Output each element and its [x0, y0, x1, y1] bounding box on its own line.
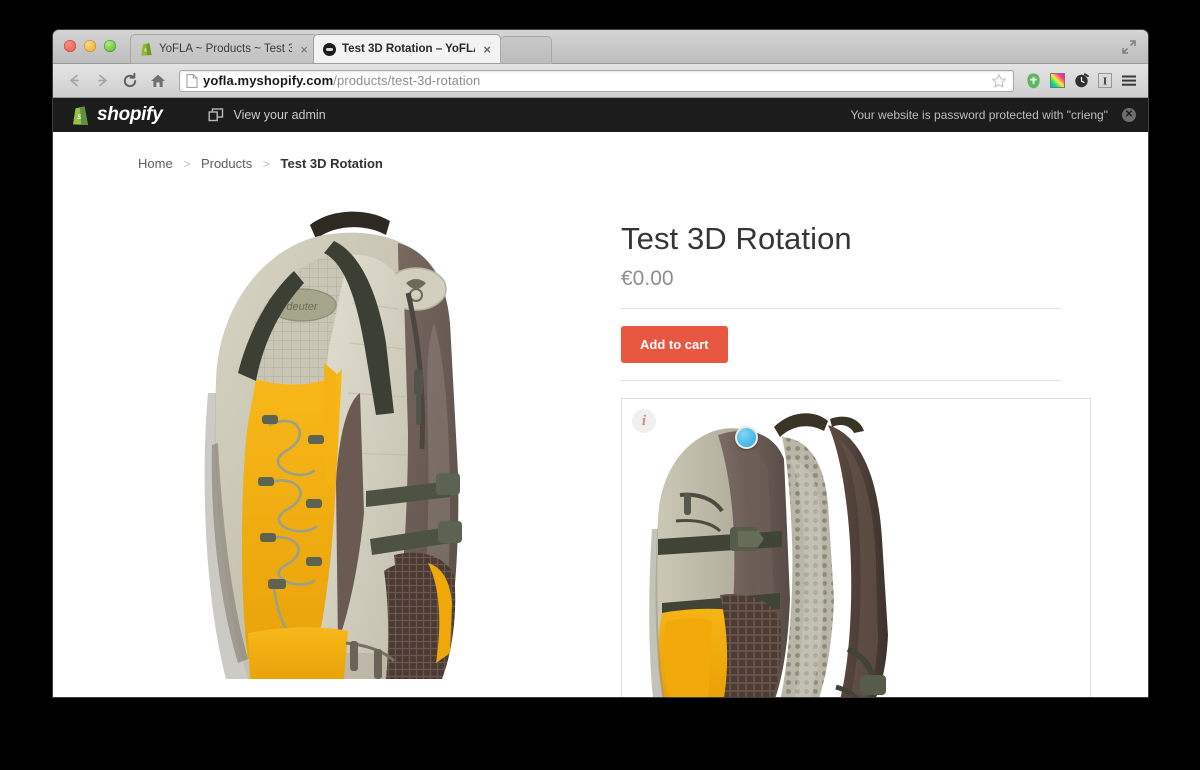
rotation-hotspot[interactable] [735, 426, 758, 449]
product-layout: deuter Test 3D Rotation €0.00 Add to car… [53, 171, 1148, 697]
shopify-favicon-icon: s [140, 42, 153, 56]
url-path: /products/test-3d-rotation [333, 73, 481, 88]
page-icon [186, 73, 198, 88]
shopify-wordmark: shopify [97, 104, 163, 125]
product-3d-viewer[interactable]: i [621, 398, 1091, 697]
browser-tab-1-close-icon[interactable]: × [298, 43, 310, 56]
browser-tab-1[interactable]: s YoFLA ~ Products ~ Test 3 × [130, 34, 318, 64]
zoom-window-button[interactable] [104, 40, 116, 52]
browser-tab-1-title: YoFLA ~ Products ~ Test 3 [159, 43, 293, 55]
svg-text:deuter: deuter [286, 301, 319, 313]
browser-toolbar: yofla.myshopify.com/products/test-3d-rot… [53, 64, 1148, 98]
breadcrumb: Home > Products > Test 3D Rotation [53, 132, 1148, 171]
tab-strip: s YoFLA ~ Products ~ Test 3 × Test 3D Ro… [53, 30, 1148, 64]
close-window-button[interactable] [64, 40, 76, 52]
product-details: Test 3D Rotation €0.00 Add to cart i [613, 183, 1113, 697]
svg-text:s: s [77, 111, 82, 121]
browser-tab-2[interactable]: Test 3D Rotation – YoFLA × [313, 34, 501, 64]
url-bar[interactable]: yofla.myshopify.com/products/test-3d-rot… [179, 69, 1014, 92]
windows-icon [208, 108, 224, 122]
browser-tab-2-close-icon[interactable]: × [481, 43, 493, 56]
forward-button[interactable] [89, 69, 115, 93]
colorpicker-icon[interactable] [1046, 70, 1068, 92]
back-button[interactable] [61, 69, 87, 93]
close-circle-icon[interactable]: ✕ [1122, 108, 1136, 122]
browser-window: s YoFLA ~ Products ~ Test 3 × Test 3D Ro… [53, 30, 1148, 697]
add-to-cart-button[interactable]: Add to cart [621, 326, 728, 363]
password-protected-notice: Your website is password protected with … [850, 108, 1108, 122]
new-tab-button[interactable] [500, 36, 552, 64]
page-title: Test 3D Rotation [621, 221, 852, 256]
url-text: yofla.myshopify.com/products/test-3d-rot… [203, 73, 480, 88]
info-icon[interactable]: i [632, 409, 656, 433]
product-gallery: deuter [53, 183, 613, 697]
view-admin-label: View your admin [233, 108, 326, 122]
reload-button[interactable] [117, 69, 143, 93]
browser-tab-2-title: Test 3D Rotation – YoFLA [342, 43, 476, 55]
product-main-image[interactable]: deuter [98, 183, 613, 683]
yofla-favicon-icon [323, 42, 336, 56]
star-icon[interactable] [991, 73, 1007, 89]
home-icon[interactable] [145, 69, 171, 93]
window-traffic-lights [64, 40, 116, 52]
clock-icon[interactable] [1070, 70, 1092, 92]
url-domain: yofla.myshopify.com [203, 73, 334, 88]
admin-bar-right: Your website is password protected with … [850, 108, 1136, 122]
minimize-window-button[interactable] [84, 40, 96, 52]
shopify-bag-icon: s [71, 105, 90, 126]
divider [621, 308, 1061, 309]
breadcrumb-item-current: Test 3D Rotation [280, 156, 383, 171]
breadcrumb-item-home[interactable]: Home [138, 156, 173, 171]
viewer-image[interactable] [622, 399, 1090, 697]
divider [621, 380, 1061, 381]
product-price: €0.00 [621, 267, 674, 290]
fullscreen-icon[interactable] [1120, 38, 1138, 56]
shopify-admin-bar: s shopify View your admin Your website i… [53, 98, 1148, 132]
view-admin-link[interactable]: View your admin [208, 108, 326, 122]
italic-icon[interactable]: I [1094, 70, 1116, 92]
page-content: Home > Products > Test 3D Rotation deute… [53, 132, 1148, 697]
menu-icon[interactable] [1118, 70, 1140, 92]
shopify-logo[interactable]: s shopify [71, 104, 163, 126]
breadcrumb-item-products[interactable]: Products [201, 156, 252, 171]
breadcrumb-separator: > [183, 157, 191, 171]
breadcrumb-separator: > [262, 157, 270, 171]
svg-text:I: I [1103, 76, 1107, 88]
evernote-icon[interactable] [1022, 70, 1044, 92]
